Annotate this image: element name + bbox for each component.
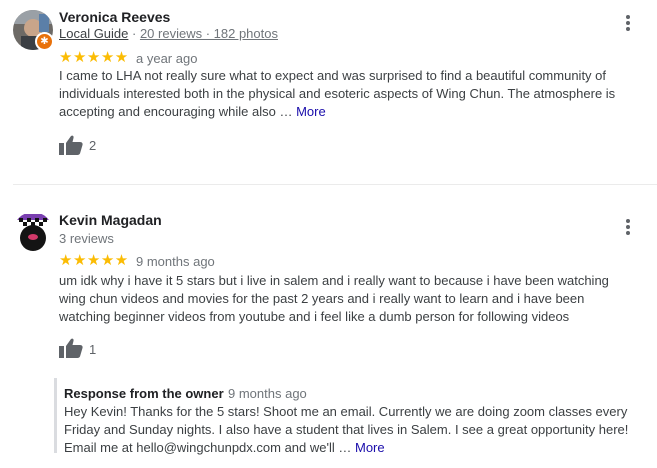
more-vert-icon[interactable] (616, 217, 640, 241)
thumbs-up-icon[interactable] (59, 135, 83, 160)
star-rating: ★★★★★ (59, 49, 129, 66)
review-text: I came to LHA not really sure what to ex… (59, 67, 634, 121)
review-ellipsis: … (275, 104, 297, 119)
owner-response: Response from the owner 9 months ago Hey… (54, 378, 657, 455)
local-guide-badge-icon: ✱ (35, 32, 54, 51)
reviewer-meta[interactable]: 3 reviews (59, 231, 114, 246)
owner-response-title: Response from the owner (64, 386, 224, 401)
reviewer-avatar[interactable] (13, 212, 53, 252)
review-date: 9 months ago (136, 254, 215, 269)
review-card: ✱ Veronica Reeves Local Guide · 20 revie… (0, 0, 657, 185)
like-count: 1 (89, 342, 97, 357)
reviewer-meta[interactable]: Local Guide · 20 reviews · 182 photos (59, 26, 278, 41)
review-text-content: I came to LHA not really sure what to ex… (59, 68, 616, 119)
more-link[interactable]: More (355, 440, 385, 455)
more-vert-icon[interactable] (616, 13, 640, 37)
review-card: Kevin Magadan 3 reviews ★★★★★ 9 months a… (0, 185, 657, 468)
review-count: 3 reviews (59, 231, 114, 246)
like-count: 2 (89, 138, 97, 153)
thumbs-up-icon[interactable] (59, 338, 83, 363)
reviewer-name[interactable]: Kevin Magadan (59, 212, 162, 228)
owner-response-date: 9 months ago (228, 386, 307, 401)
star-rating: ★★★★★ (59, 252, 129, 269)
review-date: a year ago (136, 51, 198, 66)
reviewer-name[interactable]: Veronica Reeves (59, 9, 170, 25)
review-photo-counts: 20 reviews · 182 photos (139, 26, 278, 41)
response-ellipsis: … (334, 440, 355, 455)
more-link[interactable]: More (296, 104, 326, 119)
owner-response-text: Hey Kevin! Thanks for the 5 stars! Shoot… (64, 403, 642, 457)
review-text: um idk why i have it 5 stars but i live … (59, 273, 609, 324)
local-guide-label: Local Guide (59, 26, 129, 41)
meta-separator: · (128, 26, 140, 41)
